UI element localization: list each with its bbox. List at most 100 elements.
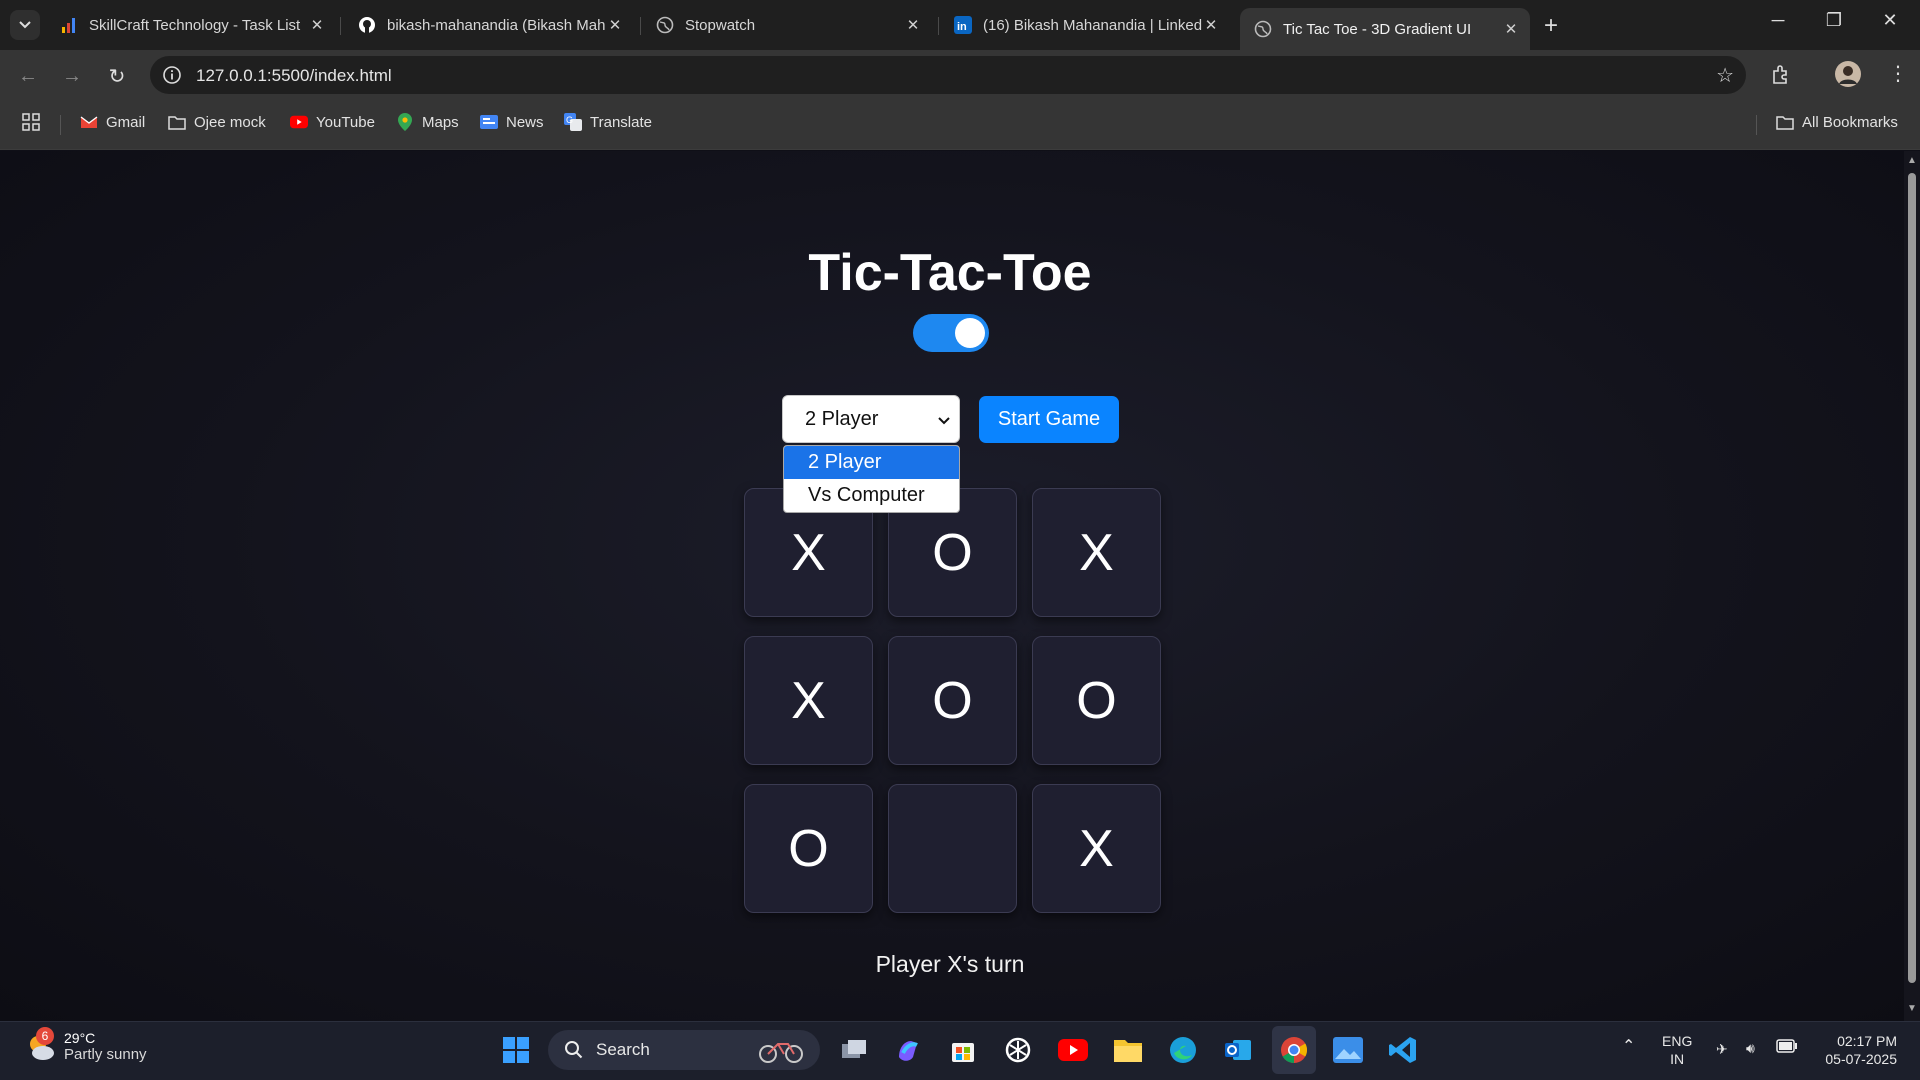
chrome-icon[interactable] [1272, 1026, 1316, 1074]
bookmarks-divider [1756, 115, 1757, 135]
github-icon [358, 16, 376, 34]
board-cell[interactable]: X [1032, 488, 1161, 617]
tab-title: (16) Bikash Mahanandia | LinkedIn [983, 16, 1202, 34]
taskbar-search[interactable]: Search [548, 1030, 820, 1070]
tab-strip: SkillCraft Technology - Task List ✕ bika… [0, 0, 1920, 50]
partly-sunny-icon: 6 [24, 1026, 56, 1063]
bar-chart-icon [60, 16, 78, 34]
reload-icon[interactable]: ↻ [103, 62, 131, 90]
browser-toolbar: ← → ↻ 127.0.0.1:5500/index.html ☆ ⋮ [0, 50, 1920, 100]
board-cell[interactable]: X [1032, 784, 1161, 913]
board-cell[interactable]: X [744, 636, 873, 765]
forward-arrow-icon[interactable]: → [58, 62, 86, 90]
svg-text:in: in [957, 21, 967, 33]
vscode-icon[interactable] [1387, 1034, 1419, 1066]
tab-tictactoe[interactable]: Tic Tac Toe - 3D Gradient UI ✕ [1240, 8, 1530, 50]
more-menu-icon[interactable]: ⋮ [1888, 61, 1908, 86]
weather-widget[interactable]: 6 29°C Partly sunny [24, 1026, 147, 1063]
tab-separator [938, 17, 939, 35]
board-cell[interactable]: O [888, 636, 1017, 765]
scroll-down-icon[interactable]: ▼ [1907, 1003, 1917, 1014]
tab-search-button[interactable] [10, 10, 40, 40]
clock[interactable]: 02:17 PM 05-07-2025 [1815, 1032, 1897, 1068]
tab-linkedin[interactable]: in (16) Bikash Mahanandia | LinkedIn ✕ [940, 8, 1230, 42]
language-indicator[interactable]: ENG IN [1662, 1032, 1692, 1068]
weather-temp: 29°C [64, 1030, 96, 1046]
windows-start-icon[interactable] [500, 1034, 532, 1066]
file-explorer-icon[interactable] [1112, 1034, 1144, 1066]
clock-date: 05-07-2025 [1825, 1051, 1897, 1067]
theme-toggle[interactable] [913, 314, 989, 352]
site-info-icon[interactable] [162, 65, 182, 90]
toggle-knob [955, 318, 985, 348]
new-tab-plus-icon[interactable]: + [1544, 12, 1558, 40]
minimize-icon[interactable]: ─ [1758, 10, 1798, 31]
bookmark-maps[interactable]: Maps [396, 113, 459, 131]
folder-icon [1776, 113, 1794, 131]
board-cell[interactable] [888, 784, 1017, 913]
close-icon[interactable]: ✕ [1202, 16, 1220, 34]
translate-icon: G [564, 113, 582, 131]
restore-icon[interactable]: ❐ [1814, 10, 1854, 31]
apps-grid-icon[interactable] [22, 113, 40, 131]
page-scrollbar[interactable]: ▲ ▼ [1904, 151, 1920, 1021]
bookmark-translate[interactable]: G Translate [564, 113, 652, 131]
airplane-mode-icon[interactable]: ✈ [1716, 1040, 1728, 1058]
youtube-app-icon[interactable] [1057, 1034, 1089, 1066]
scrollbar-thumb[interactable] [1908, 173, 1916, 983]
language-line2: IN [1670, 1051, 1685, 1067]
address-bar[interactable]: 127.0.0.1:5500/index.html ☆ [150, 56, 1746, 94]
bookmark-gmail[interactable]: Gmail [80, 113, 145, 131]
language-line1: ENG [1662, 1033, 1693, 1049]
mode-select-value: 2 Player [805, 408, 879, 430]
mode-select[interactable]: 2 Player [782, 395, 960, 443]
profile-avatar[interactable] [1834, 60, 1862, 93]
close-icon[interactable]: ✕ [606, 16, 624, 34]
globe-icon [1254, 20, 1272, 38]
back-arrow-icon[interactable]: ← [14, 62, 42, 90]
mode-option-2-player[interactable]: 2 Player [784, 446, 959, 479]
window-close-icon[interactable]: ✕ [1870, 10, 1910, 31]
board-cell[interactable]: O [744, 784, 873, 913]
tab-separator [640, 17, 641, 35]
extensions-puzzle-icon[interactable] [1770, 63, 1792, 90]
chevron-down-icon [19, 21, 31, 29]
all-bookmarks[interactable]: All Bookmarks [1776, 113, 1898, 131]
tab-skillcraft[interactable]: SkillCraft Technology - Task List ✕ [46, 8, 336, 42]
turn-status: Player X's turn [875, 951, 1025, 977]
bookmark-star-icon[interactable]: ☆ [1716, 63, 1734, 88]
edge-icon[interactable] [1167, 1034, 1199, 1066]
weather-badge: 6 [36, 1026, 54, 1045]
scroll-up-icon[interactable]: ▲ [1907, 155, 1917, 166]
tab-stopwatch[interactable]: Stopwatch ✕ [642, 8, 932, 42]
board-cell[interactable]: O [1032, 636, 1161, 765]
copilot-icon[interactable] [892, 1034, 924, 1066]
tab-title: bikash-mahanandia (Bikash Mahanandia) [387, 16, 606, 34]
tab-title: Stopwatch [685, 16, 756, 34]
bookmark-news[interactable]: News [480, 113, 544, 131]
bookmark-label: Ojee mock [194, 113, 266, 131]
show-hidden-icons-chevron-icon[interactable]: ⌃ [1622, 1038, 1635, 1056]
start-game-button[interactable]: Start Game [979, 396, 1119, 443]
chatgpt-icon[interactable] [1002, 1034, 1034, 1066]
globe-icon [656, 16, 674, 34]
outlook-icon[interactable] [1222, 1034, 1254, 1066]
tab-github[interactable]: bikash-mahanandia (Bikash Mahanandia) ✕ [344, 8, 634, 42]
bookmark-youtube[interactable]: YouTube [290, 113, 375, 131]
volume-icon[interactable]: 🔊︎ [1746, 1039, 1755, 1057]
weather-condition: Partly sunny [64, 1046, 147, 1063]
close-icon[interactable]: ✕ [904, 16, 922, 34]
mode-option-vs-computer[interactable]: Vs Computer [784, 479, 959, 512]
battery-icon[interactable] [1776, 1039, 1798, 1057]
bookmark-ojee-mock[interactable]: Ojee mock [168, 113, 266, 131]
taskbar-search-label: Search [596, 1040, 650, 1059]
photos-icon[interactable] [1332, 1034, 1364, 1066]
maps-icon [396, 113, 414, 131]
close-icon[interactable]: ✕ [1502, 20, 1520, 38]
task-view-icon[interactable] [838, 1034, 870, 1066]
search-icon [565, 1041, 583, 1059]
close-icon[interactable]: ✕ [308, 16, 326, 34]
microsoft-store-icon[interactable] [947, 1034, 979, 1066]
all-bookmarks-label: All Bookmarks [1802, 113, 1898, 131]
bicycle-icon [756, 1038, 806, 1069]
